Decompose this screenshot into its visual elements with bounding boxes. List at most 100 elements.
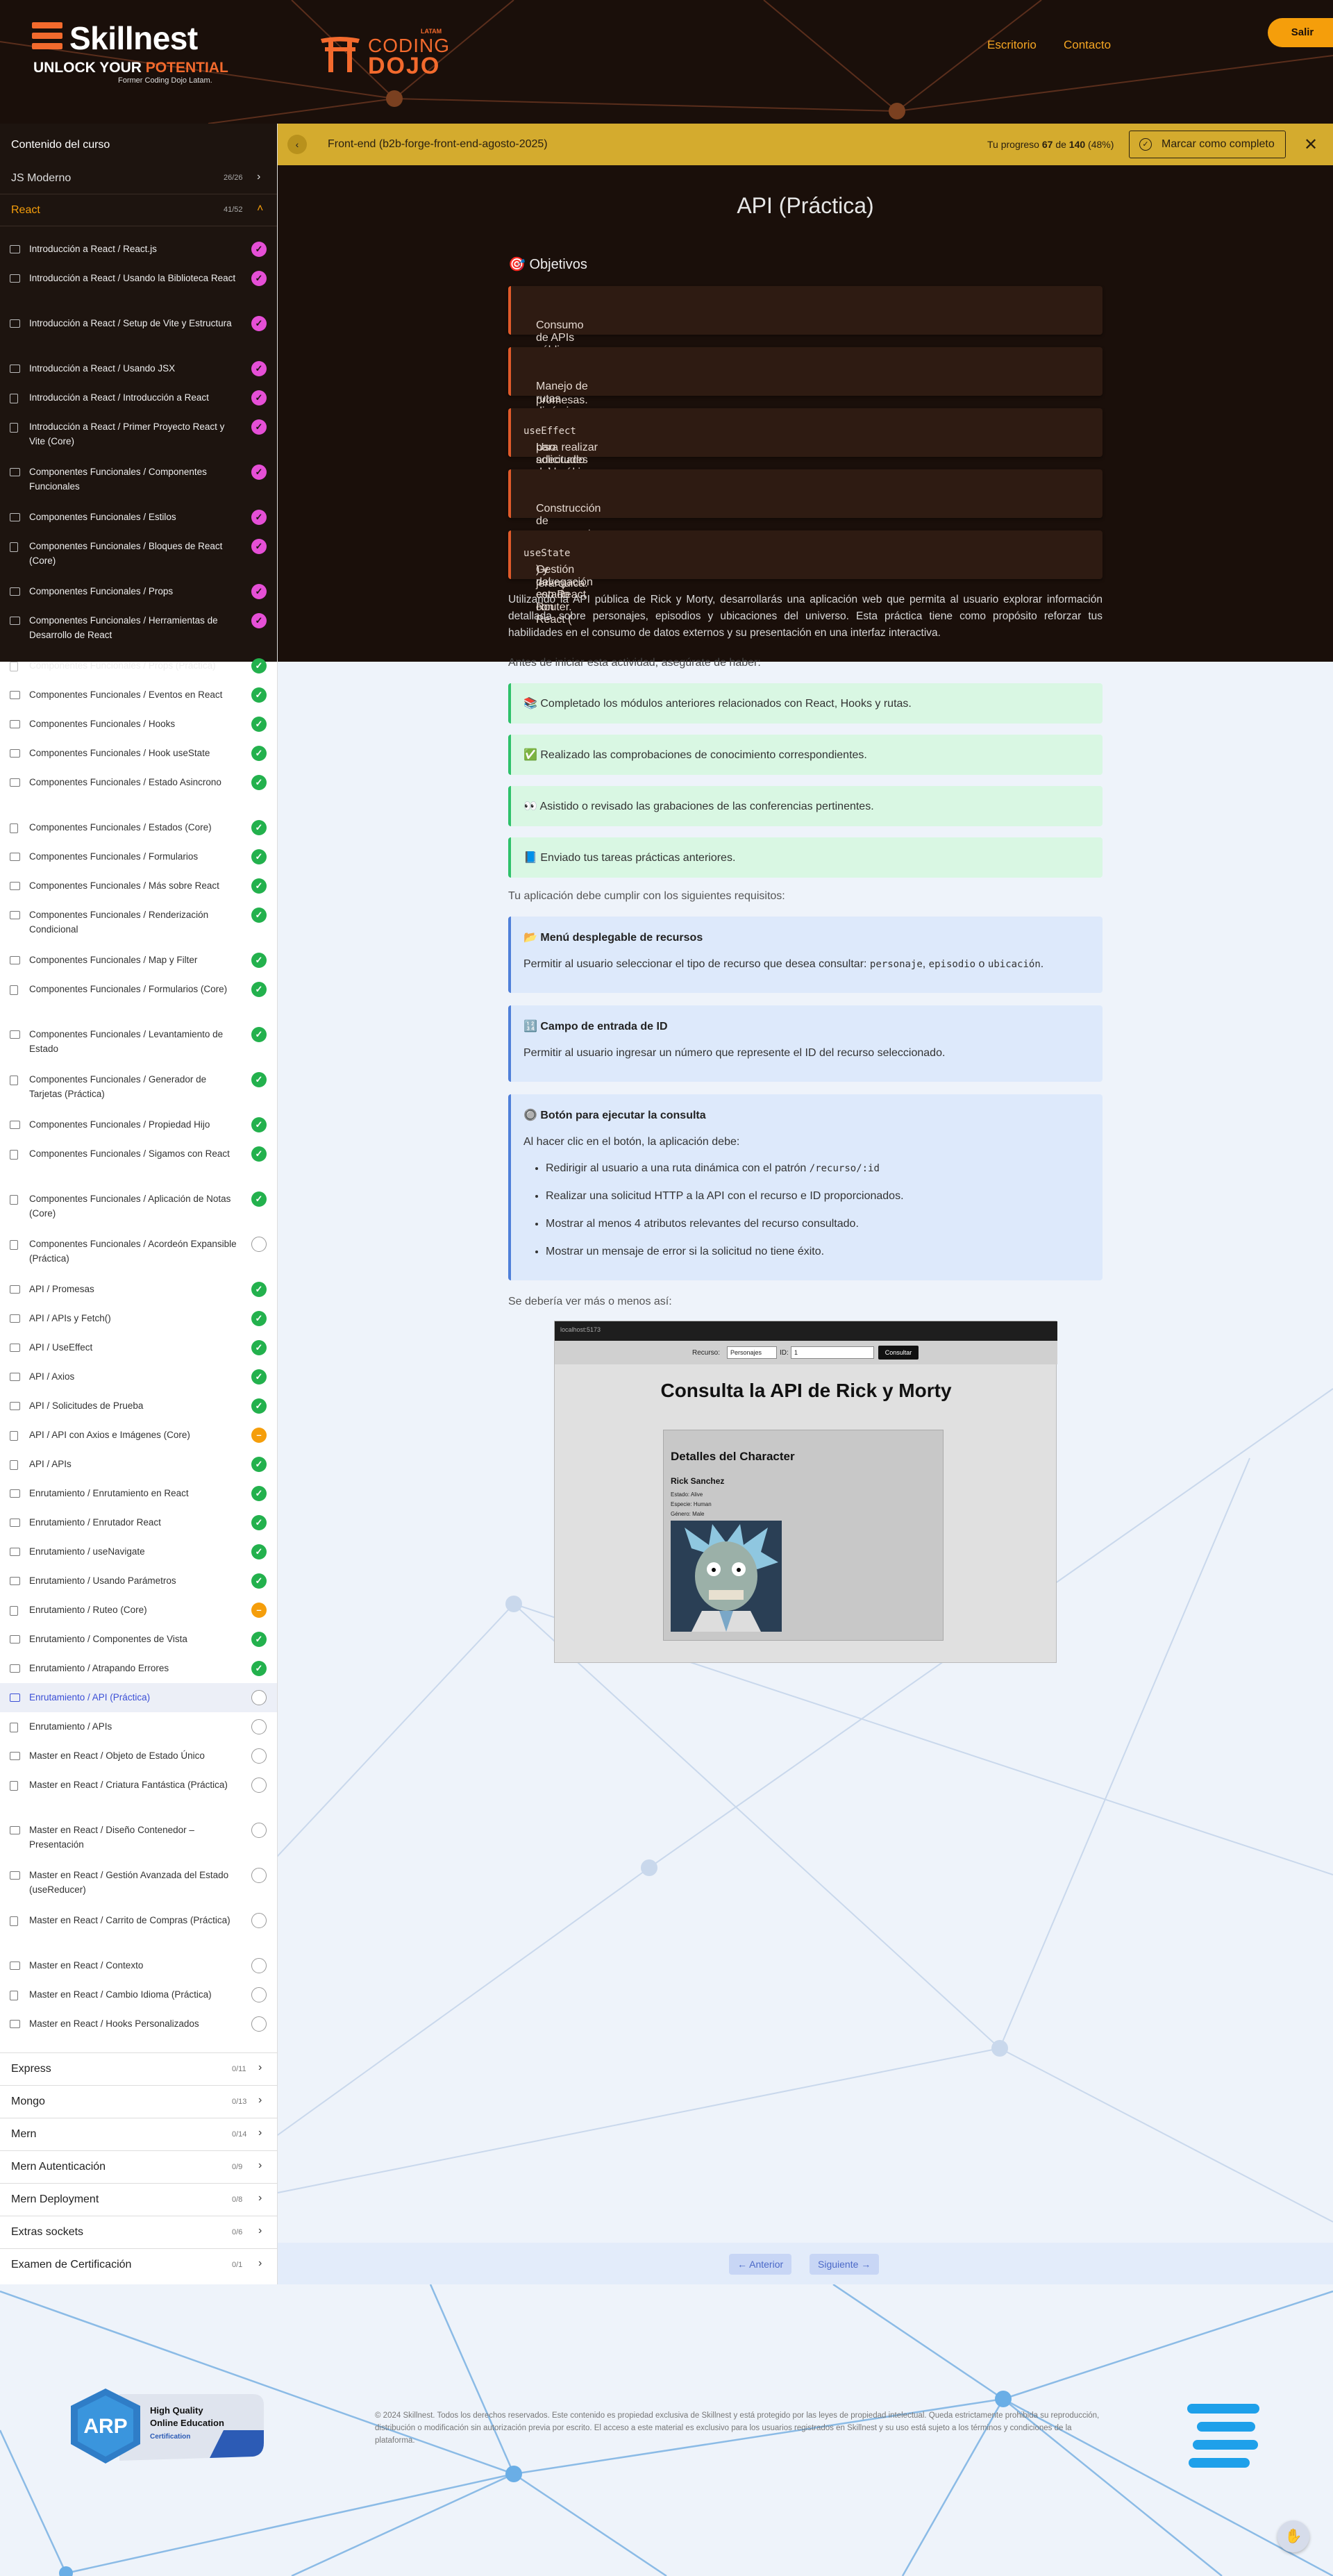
- sidebar-lesson[interactable]: Introducción a React / Usando la Bibliot…: [0, 264, 277, 309]
- sidebar-lesson[interactable]: API / Promesas ✓: [0, 1275, 277, 1304]
- sidebar-lesson[interactable]: Introducción a React / Setup de Vite y E…: [0, 309, 277, 354]
- video-icon: [10, 720, 20, 728]
- lesson-pager: ← Anterior Siguiente →: [278, 2243, 1333, 2284]
- sidebar-lesson[interactable]: Introducción a React / Primer Proyecto R…: [0, 412, 277, 458]
- sidebar-lesson[interactable]: Introducción a React / Usando JSX ✓: [0, 354, 277, 383]
- sidebar-lesson[interactable]: API / APIs y Fetch() ✓: [0, 1304, 277, 1333]
- browser-bar: localhost:5173: [555, 1321, 1057, 1341]
- sidebar-lesson[interactable]: Componentes Funcionales / Eventos en Rea…: [0, 680, 277, 710]
- sidebar-lesson[interactable]: Enrutamiento / Atrapando Errores ✓: [0, 1654, 277, 1683]
- demo-label: Recurso:: [692, 1349, 721, 1357]
- section-collapsed[interactable]: Mern Deployment 0/8 ›: [0, 2183, 277, 2216]
- previous-button[interactable]: ← Anterior: [729, 2254, 792, 2275]
- sidebar-lesson[interactable]: Master en React / Objeto de Estado Único: [0, 1741, 277, 1771]
- example-screenshot: localhost:5173 Recurso: Personajes ID: 1…: [554, 1321, 1057, 1663]
- sidebar-lesson[interactable]: Enrutamiento / API (Práctica): [0, 1683, 277, 1712]
- sidebar-lesson[interactable]: Componentes Funcionales / Estados (Core)…: [0, 813, 277, 842]
- lesson-title: API / Promesas: [29, 1284, 94, 1294]
- sidebar-lesson[interactable]: Componentes Funcionales / Más sobre Reac…: [0, 871, 277, 901]
- section-collapsed[interactable]: Express 0/11 ›: [0, 2052, 277, 2085]
- sidebar-lesson[interactable]: Enrutamiento / useNavigate ✓: [0, 1537, 277, 1566]
- status-done-icon: ✓: [251, 775, 267, 790]
- sidebar-lesson[interactable]: Master en React / Carrito de Compras (Pr…: [0, 1906, 277, 1951]
- section-collapsed[interactable]: Extras sockets 0/6 ›: [0, 2216, 277, 2248]
- sidebar-lesson[interactable]: Componentes Funcionales / Sigamos con Re…: [0, 1139, 277, 1185]
- sidebar-lesson[interactable]: API / Axios ✓: [0, 1362, 277, 1391]
- video-icon: [10, 1635, 20, 1644]
- status-done-icon: ✓: [251, 242, 267, 257]
- status-done-icon: ✓: [251, 820, 267, 835]
- accessibility-icon[interactable]: ✋: [1277, 2520, 1309, 2552]
- status-done-icon: ✓: [251, 1661, 267, 1676]
- sidebar-lesson[interactable]: Componentes Funcionales / Formularios ✓: [0, 842, 277, 871]
- sidebar-lesson[interactable]: Componentes Funcionales / Estilos ✓: [0, 503, 277, 532]
- document-icon: [10, 394, 18, 403]
- lesson-title: Master en React / Gestión Avanzada del E…: [29, 1870, 229, 1895]
- sidebar-lesson[interactable]: Componentes Funcionales / Levantamiento …: [0, 1020, 277, 1065]
- sidebar-lesson[interactable]: Componentes Funcionales / Props ✓: [0, 577, 277, 606]
- nav-contacto[interactable]: Contacto: [1064, 38, 1111, 52]
- sidebar-lesson[interactable]: Componentes Funcionales / Propiedad Hijo…: [0, 1110, 277, 1139]
- sidebar-lesson[interactable]: Componentes Funcionales / Herramientas d…: [0, 606, 277, 651]
- section-collapsed[interactable]: Mern Autenticación 0/9 ›: [0, 2150, 277, 2183]
- sidebar-lesson[interactable]: Componentes Funcionales / Renderización …: [0, 901, 277, 946]
- sidebar-lesson[interactable]: Master en React / Contexto: [0, 1951, 277, 1980]
- sidebar-lesson[interactable]: Master en React / Hooks Personalizados: [0, 2009, 277, 2039]
- lesson-title: Componentes Funcionales / Hooks: [29, 719, 176, 729]
- sidebar-lesson[interactable]: Componentes Funcionales / Formularios (C…: [0, 975, 277, 1020]
- sidebar-lesson[interactable]: Enrutamiento / APIs: [0, 1712, 277, 1741]
- sidebar-lesson[interactable]: Enrutamiento / Enrutador React ✓: [0, 1508, 277, 1537]
- sidebar-lesson[interactable]: Componentes Funcionales / Componentes Fu…: [0, 458, 277, 503]
- sidebar-lesson[interactable]: API / UseEffect ✓: [0, 1333, 277, 1362]
- section-collapsed[interactable]: Mern 0/14 ›: [0, 2118, 277, 2150]
- sidebar-lesson[interactable]: Master en React / Diseño Contenedor – Pr…: [0, 1816, 277, 1861]
- video-icon: [10, 587, 20, 596]
- sidebar-lesson[interactable]: Introducción a React / React.js ✓: [0, 235, 277, 264]
- demo-card: Detalles del Character Rick Sanchez Esta…: [663, 1430, 944, 1641]
- sidebar-lesson[interactable]: Componentes Funcionales / Props (Práctic…: [0, 651, 277, 680]
- sidebar-lesson[interactable]: Componentes Funcionales / Acordeón Expan…: [0, 1230, 277, 1275]
- sidebar-lesson[interactable]: API / Solicitudes de Prueba ✓: [0, 1391, 277, 1421]
- status-done-icon: ✓: [251, 1457, 267, 1472]
- logout-button[interactable]: Salir: [1268, 18, 1333, 47]
- skillnest-logo[interactable]: Skillnest UNLOCK YOUR POTENTIAL Former C…: [32, 19, 240, 89]
- sidebar-lesson[interactable]: API / API con Axios e Imágenes (Core) –: [0, 1421, 277, 1450]
- section-js-moderno[interactable]: JS Moderno 26/26 ›: [0, 162, 277, 194]
- section-collapsed[interactable]: Examen de Certificación 0/1 ›: [0, 2248, 277, 2281]
- status-done-icon: ✓: [251, 717, 267, 732]
- sidebar-lesson[interactable]: API / APIs ✓: [0, 1450, 277, 1479]
- sidebar-lesson[interactable]: Enrutamiento / Enrutamiento en React ✓: [0, 1479, 277, 1508]
- status-done-icon: ✓: [251, 1515, 267, 1530]
- sidebar-lesson[interactable]: Master en React / Cambio Idioma (Práctic…: [0, 1980, 277, 2009]
- sidebar-lesson[interactable]: Master en React / Criatura Fantástica (P…: [0, 1771, 277, 1816]
- sidebar-lesson[interactable]: Componentes Funcionales / Generador de T…: [0, 1065, 277, 1110]
- section-react[interactable]: React 41/52 ˄: [0, 194, 277, 226]
- sidebar-lesson[interactable]: Componentes Funcionales / Hook useState ✓: [0, 739, 277, 768]
- sidebar-lesson[interactable]: Introducción a React / Introducción a Re…: [0, 383, 277, 412]
- sidebar-lesson[interactable]: Enrutamiento / Ruteo (Core) –: [0, 1596, 277, 1625]
- sidebar-lesson[interactable]: Componentes Funcionales / Aplicación de …: [0, 1185, 277, 1230]
- section-collapsed[interactable]: Mongo 0/13 ›: [0, 2085, 277, 2118]
- sidebar-lesson[interactable]: Componentes Funcionales / Map y Filter ✓: [0, 946, 277, 975]
- back-button[interactable]: ‹: [287, 135, 307, 154]
- sidebar-lesson[interactable]: Enrutamiento / Componentes de Vista ✓: [0, 1625, 277, 1654]
- prereq-text: ✅ Realizado las comprobaciones de conoci…: [523, 749, 867, 761]
- document-icon: [10, 1781, 18, 1791]
- lesson-title: Introducción a React / React.js: [29, 244, 157, 254]
- mark-complete-button[interactable]: ✓ Marcar como completo: [1129, 131, 1286, 158]
- status-done-icon: ✓: [251, 1311, 267, 1326]
- sidebar-lesson[interactable]: Enrutamiento / Usando Parámetros ✓: [0, 1566, 277, 1596]
- next-button[interactable]: Siguiente →: [810, 2254, 880, 2275]
- sidebar-lesson[interactable]: Componentes Funcionales / Bloques de Rea…: [0, 532, 277, 577]
- sidebar-lesson[interactable]: Master en React / Gestión Avanzada del E…: [0, 1861, 277, 1906]
- status-done-icon: ✓: [251, 658, 267, 674]
- sidebar-lesson[interactable]: Componentes Funcionales / Estado Asincro…: [0, 768, 277, 813]
- sidebar-lesson[interactable]: Componentes Funcionales / Hooks ✓: [0, 710, 277, 739]
- section-count: 0/8: [232, 2196, 243, 2204]
- section-name: Mern Deployment: [11, 2193, 99, 2205]
- arp-certification-badge: ARP High Quality Online Education Certif…: [71, 2389, 264, 2464]
- nav-escritorio[interactable]: Escritorio: [987, 38, 1037, 52]
- video-icon: [10, 956, 20, 964]
- close-icon[interactable]: ✕: [1304, 135, 1318, 155]
- chevron-right-icon: ›: [258, 2192, 262, 2204]
